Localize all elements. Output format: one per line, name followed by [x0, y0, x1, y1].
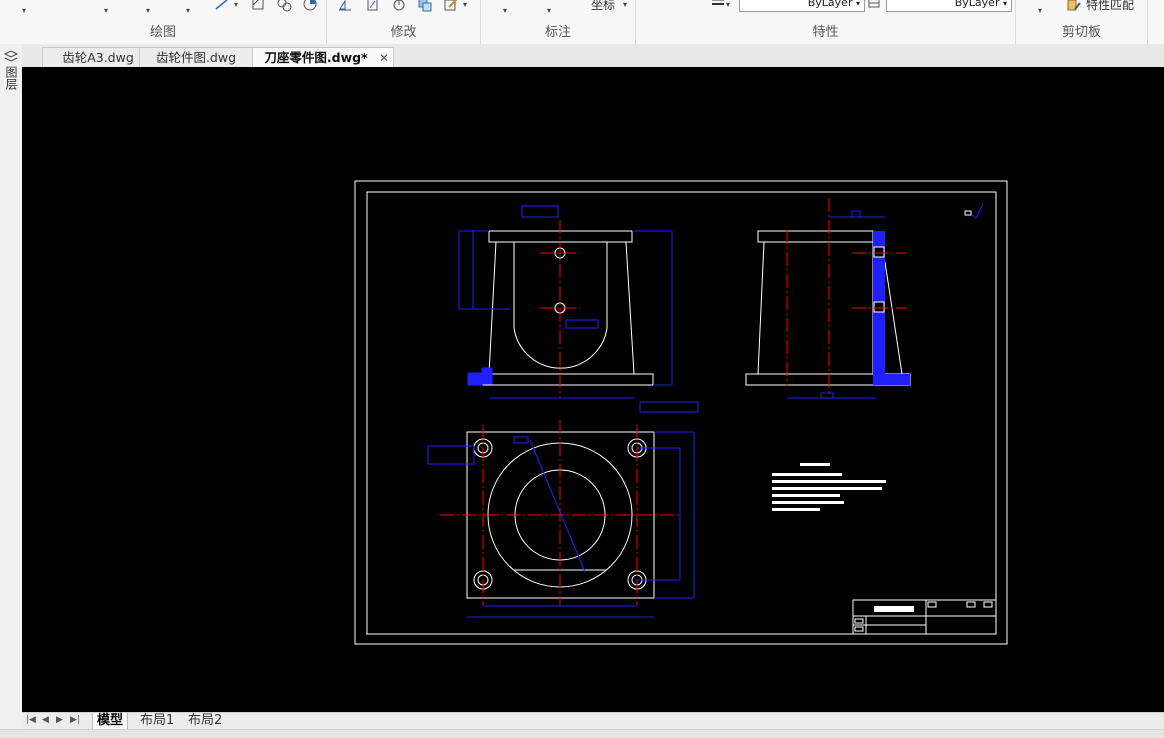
- line-icon[interactable]: [214, 0, 230, 13]
- edit-icon[interactable]: [443, 0, 459, 13]
- region-icon[interactable]: [276, 0, 292, 13]
- hatch-icon[interactable]: [250, 0, 266, 13]
- doc-tab-1-label: 齿轮A3.dwg: [62, 50, 134, 65]
- layout-tab-layout1[interactable]: 布局1: [140, 713, 174, 729]
- offset-icon[interactable]: [365, 0, 381, 13]
- roughness-symbol: [964, 203, 984, 219]
- first-tab-icon[interactable]: |◀: [26, 715, 36, 725]
- match-properties-icon[interactable]: [1066, 0, 1082, 13]
- doc-tab-3[interactable]: 刀座零件图.dwg* ✕: [252, 47, 394, 68]
- front-view[interactable]: [458, 205, 699, 413]
- clipboard-panel: ▔▔ ▾ 特性匹配 剪切板: [1016, 0, 1148, 44]
- color-combo-value: ByLayer: [954, 0, 1000, 9]
- draw-panel-title: 绘图: [149, 25, 176, 40]
- modify-panel: ▾ 修改: [327, 0, 481, 44]
- top-view[interactable]: [427, 420, 695, 618]
- layer-palette-icon[interactable]: [3, 50, 19, 64]
- paste-caret[interactable]: ▾: [1038, 6, 1042, 15]
- layout-tab-bar: |◀ ◀ ▶ ▶| 模型 布局1 布局2: [22, 712, 1164, 730]
- hatch-pattern-icon[interactable]: [866, 0, 882, 13]
- properties-panel-title: 特性: [812, 25, 839, 40]
- linetype-combo-value: ByLayer: [807, 0, 853, 9]
- next-tab-icon[interactable]: ▶: [56, 715, 63, 725]
- title-block: [852, 599, 997, 635]
- coordinate-caret[interactable]: ▾: [623, 0, 627, 9]
- match-properties-button[interactable]: 特性匹配: [1086, 0, 1134, 13]
- draw-tool-1-caret[interactable]: ▾: [22, 6, 26, 15]
- copy-icon[interactable]: [417, 0, 433, 13]
- draw-tool-4-caret[interactable]: ▾: [146, 6, 150, 15]
- document-tabs: 齿轮A3.dwg 齿轮件图.dwg 刀座零件图.dwg* ✕: [22, 44, 1164, 68]
- layer-tool[interactable]: ▔▔▔▔▔: [644, 0, 690, 10]
- mirror-icon[interactable]: [337, 0, 353, 13]
- properties-panel: ▔▔▔▔▔ ▾ ByLayer ▾ ByLayer ▾ 特性: [636, 0, 1016, 44]
- linetype-combo-arrow[interactable]: ▾: [856, 0, 860, 8]
- cad-drawing[interactable]: [22, 67, 1164, 712]
- coordinate-button[interactable]: 坐标: [591, 0, 615, 13]
- doc-tab-2-label: 齿轮件图.dwg: [155, 50, 237, 65]
- modify-panel-title: 修改: [390, 25, 417, 40]
- annotate-panel-title: 标注: [544, 25, 571, 40]
- annotate-panel: ▔▔ ▔▔ ▾ ▾ 坐标 ▾ 标注: [481, 0, 636, 44]
- drawing-canvas[interactable]: [22, 67, 1164, 712]
- line-caret[interactable]: ▾: [234, 0, 238, 9]
- technical-requirements: [772, 463, 886, 511]
- clipboard-panel-title: 剪切板: [1061, 25, 1101, 40]
- color-combo-arrow[interactable]: ▾: [1003, 0, 1007, 8]
- doc-tab-1[interactable]: 齿轮A3.dwg: [42, 47, 154, 68]
- doc-tab-3-label: 刀座零件图.dwg*: [264, 50, 368, 65]
- lineweight-icon[interactable]: [710, 0, 726, 13]
- edit-caret[interactable]: ▾: [463, 0, 467, 9]
- dimension-caret[interactable]: ▾: [503, 6, 507, 15]
- ribbon: ▔▔▔ ▔▔▔▔ ▔ ▔▔ ▔▔ ▾ ▾ ▾ ▾ ▾ 绘图 ▾ 修改 ▔▔ ▔▔…: [0, 0, 1164, 45]
- circle-icon[interactable]: [302, 0, 318, 13]
- doc-tab-2[interactable]: 齿轮件图.dwg: [139, 47, 253, 68]
- prev-tab-icon[interactable]: ◀: [42, 715, 49, 725]
- linetype-combo[interactable]: ByLayer ▾: [739, 0, 865, 12]
- close-icon[interactable]: ✕: [379, 48, 389, 68]
- draw-tool-2[interactable]: ▔▔▔▔: [46, 0, 83, 10]
- color-combo[interactable]: ByLayer ▾: [886, 0, 1012, 12]
- draw-panel: ▔▔▔ ▔▔▔▔ ▔ ▔▔ ▔▔ ▾ ▾ ▾ ▾ ▾ 绘图: [0, 0, 327, 44]
- rotate-icon[interactable]: [391, 0, 407, 13]
- lineweight-caret[interactable]: ▾: [726, 0, 730, 9]
- layout-tab-layout2[interactable]: 布局2: [188, 713, 222, 729]
- layer-palette-label[interactable]: 图层: [3, 66, 18, 90]
- side-view[interactable]: [745, 198, 911, 399]
- last-tab-icon[interactable]: ▶|: [70, 715, 80, 725]
- side-palette-strip: 图层: [0, 44, 23, 714]
- draw-tool-3-caret[interactable]: ▾: [104, 6, 108, 15]
- draw-tool-5-caret[interactable]: ▾: [186, 6, 190, 15]
- layout-tab-model[interactable]: 模型: [92, 713, 129, 730]
- leader-caret[interactable]: ▾: [547, 6, 551, 15]
